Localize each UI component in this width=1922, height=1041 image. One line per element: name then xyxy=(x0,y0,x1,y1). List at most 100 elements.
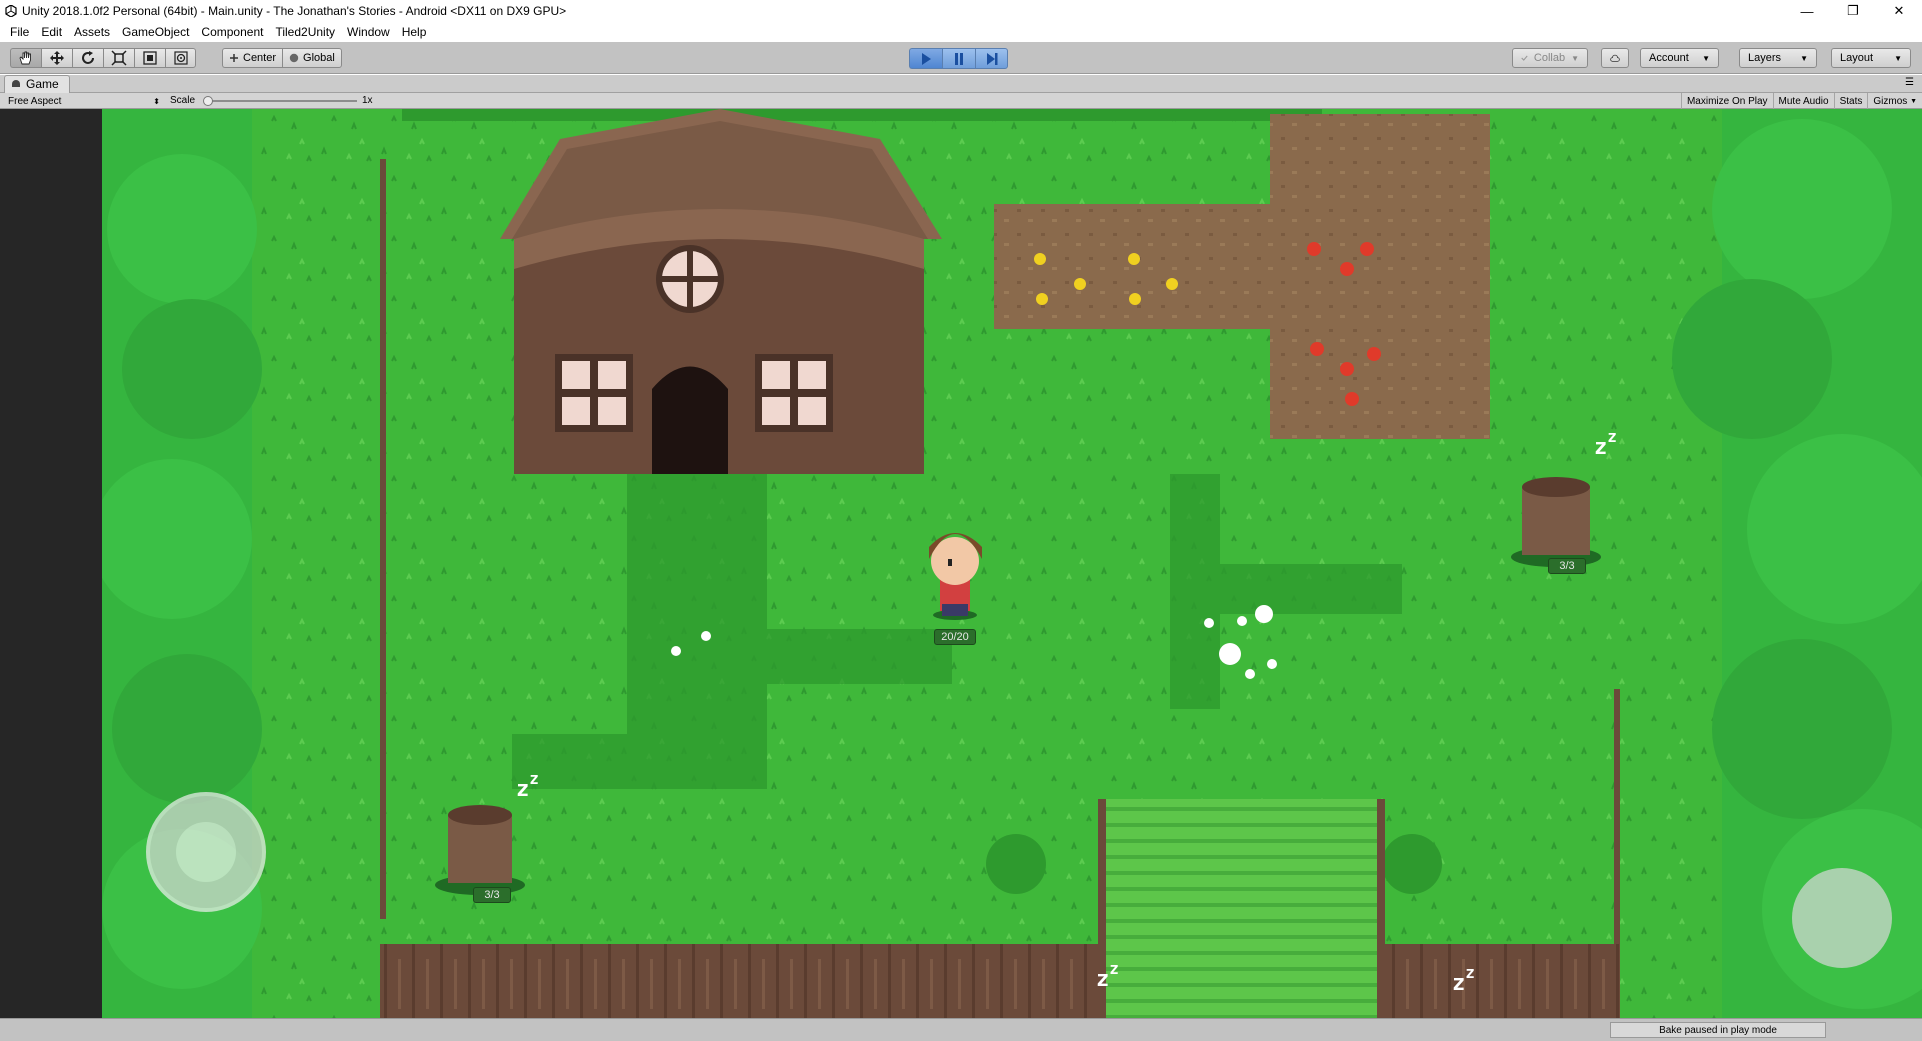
aspect-dropdown[interactable]: Free Aspect ⬍ xyxy=(8,94,164,108)
hand-tool-button[interactable] xyxy=(10,48,41,68)
stump-left-hp-label: 3/3 xyxy=(473,887,511,903)
game-tab-bar: Game ☰ xyxy=(0,74,1922,93)
aspect-label: Free Aspect xyxy=(8,95,62,107)
menu-tiled2unity[interactable]: Tiled2Unity xyxy=(269,25,341,39)
gizmos-dropdown[interactable]: Gizmos ▼ xyxy=(1867,93,1922,109)
game-view-controls: Free Aspect ⬍ Scale 1x Maximize On Play … xyxy=(0,93,1922,109)
account-label: Account xyxy=(1649,52,1689,64)
play-icon xyxy=(922,52,931,65)
cloud-button[interactable] xyxy=(1601,48,1629,68)
maximize-button[interactable]: ❐ xyxy=(1830,0,1876,22)
sleep-z: z xyxy=(1096,967,1110,992)
pivot-mode-label: Center xyxy=(243,52,277,64)
pause-icon xyxy=(955,52,963,65)
scale-tool-button[interactable] xyxy=(103,48,134,68)
scale-value: 1x xyxy=(362,95,373,106)
title-bar: Unity 2018.1.0f2 Personal (64bit) - Main… xyxy=(0,0,1922,22)
layers-label: Layers xyxy=(1748,52,1782,64)
game-tab[interactable]: Game xyxy=(4,74,70,93)
collab-label: Collab xyxy=(1533,52,1566,64)
scale-icon xyxy=(111,50,127,66)
mute-audio-label: Mute Audio xyxy=(1778,95,1829,107)
stump-left xyxy=(435,805,525,895)
stump-right xyxy=(1511,477,1601,567)
globe-icon xyxy=(289,53,299,63)
pivot-toggles: Center Global xyxy=(222,48,342,68)
check-icon xyxy=(1521,55,1528,61)
menu-window[interactable]: Window xyxy=(341,25,396,39)
unity-logo-icon xyxy=(4,4,18,18)
step-button[interactable] xyxy=(975,48,1008,69)
pivot-rotation-button[interactable]: Global xyxy=(282,48,342,68)
sleep-z: z xyxy=(1594,435,1608,460)
sleep-z: z xyxy=(516,777,530,802)
stump-right-hp-label: 3/3 xyxy=(1548,558,1586,574)
tab-menu-icon[interactable]: ☰ xyxy=(1905,77,1914,88)
pivot-rotation-label: Global xyxy=(303,52,335,64)
menu-bar: File Edit Assets GameObject Component Ti… xyxy=(0,22,1922,42)
layout-dropdown[interactable]: Layout ▼ xyxy=(1831,48,1911,68)
sleep-indicator: zz xyxy=(1452,963,1475,996)
caret-down-icon: ▼ xyxy=(1702,53,1710,63)
status-bar: Bake paused in play mode xyxy=(0,1018,1922,1041)
menu-edit[interactable]: Edit xyxy=(35,25,68,39)
sleep-z: z xyxy=(529,769,539,788)
minimize-button[interactable]: — xyxy=(1784,0,1830,22)
mute-audio-toggle[interactable]: Mute Audio xyxy=(1772,93,1834,109)
sleep-indicator: zz xyxy=(1594,427,1617,460)
game-tab-label: Game xyxy=(26,77,59,91)
sleep-indicator: zz xyxy=(516,769,539,802)
player-hp-label: 20/20 xyxy=(934,629,976,645)
sleep-z: z xyxy=(1109,959,1119,978)
menu-gameobject[interactable]: GameObject xyxy=(116,25,195,39)
updown-caret-icon: ⬍ xyxy=(153,96,160,106)
scale-slider-thumb[interactable] xyxy=(203,96,213,106)
transform-tools xyxy=(10,48,196,68)
rotate-tool-button[interactable] xyxy=(72,48,103,68)
collab-dropdown[interactable]: Collab ▼ xyxy=(1512,48,1588,68)
minimize-icon: — xyxy=(1800,3,1814,19)
play-button[interactable] xyxy=(909,48,942,69)
game-scene[interactable] xyxy=(102,109,1922,1018)
menu-component[interactable]: Component xyxy=(195,25,269,39)
menu-help[interactable]: Help xyxy=(396,25,433,39)
pivot-mode-button[interactable]: Center xyxy=(222,48,283,68)
sleep-z: z xyxy=(1452,971,1466,996)
move-tool-button[interactable] xyxy=(41,48,72,68)
bake-status-text: Bake paused in play mode xyxy=(1659,1024,1777,1036)
scale-slider[interactable] xyxy=(203,96,357,106)
caret-down-icon: ▼ xyxy=(1894,53,1902,63)
transform-tool-button[interactable] xyxy=(165,48,196,68)
playback-controls xyxy=(909,48,1008,69)
restore-icon: ❐ xyxy=(1847,3,1859,18)
cloud-icon xyxy=(1610,54,1620,62)
menu-file[interactable]: File xyxy=(4,25,35,39)
main-toolbar: Center Global Collab ▼ Account ▼ Layers … xyxy=(0,42,1922,74)
sleep-z: z xyxy=(1465,963,1475,982)
caret-down-icon: ▼ xyxy=(1571,53,1579,63)
menu-assets[interactable]: Assets xyxy=(68,25,116,39)
scale-label: Scale xyxy=(170,95,196,106)
layers-dropdown[interactable]: Layers ▼ xyxy=(1739,48,1817,68)
close-icon: ✕ xyxy=(1893,3,1905,18)
rect-tool-button[interactable] xyxy=(134,48,165,68)
caret-down-icon: ▼ xyxy=(1800,53,1808,63)
pause-button[interactable] xyxy=(942,48,975,69)
game-viewport[interactable]: zz zz zz zz 20/20 3/3 3/3 xyxy=(0,109,1922,1018)
left-joystick[interactable] xyxy=(146,792,266,912)
left-fence xyxy=(380,159,386,919)
account-dropdown[interactable]: Account ▼ xyxy=(1640,48,1719,68)
transform-icon xyxy=(173,51,188,65)
game-controller-icon xyxy=(12,80,20,87)
right-joystick[interactable] xyxy=(1792,868,1892,968)
rotate-icon xyxy=(82,51,94,64)
stats-toggle[interactable]: Stats xyxy=(1833,93,1868,109)
sleep-z: z xyxy=(1607,427,1617,446)
maximize-on-play-toggle[interactable]: Maximize On Play xyxy=(1680,93,1773,109)
close-button[interactable]: ✕ xyxy=(1876,0,1922,22)
move-icon xyxy=(50,51,64,65)
window-title: Unity 2018.1.0f2 Personal (64bit) - Main… xyxy=(22,4,567,18)
bake-status: Bake paused in play mode xyxy=(1610,1022,1826,1038)
maximize-on-play-label: Maximize On Play xyxy=(1686,95,1768,107)
pivot-center-icon xyxy=(230,54,238,62)
